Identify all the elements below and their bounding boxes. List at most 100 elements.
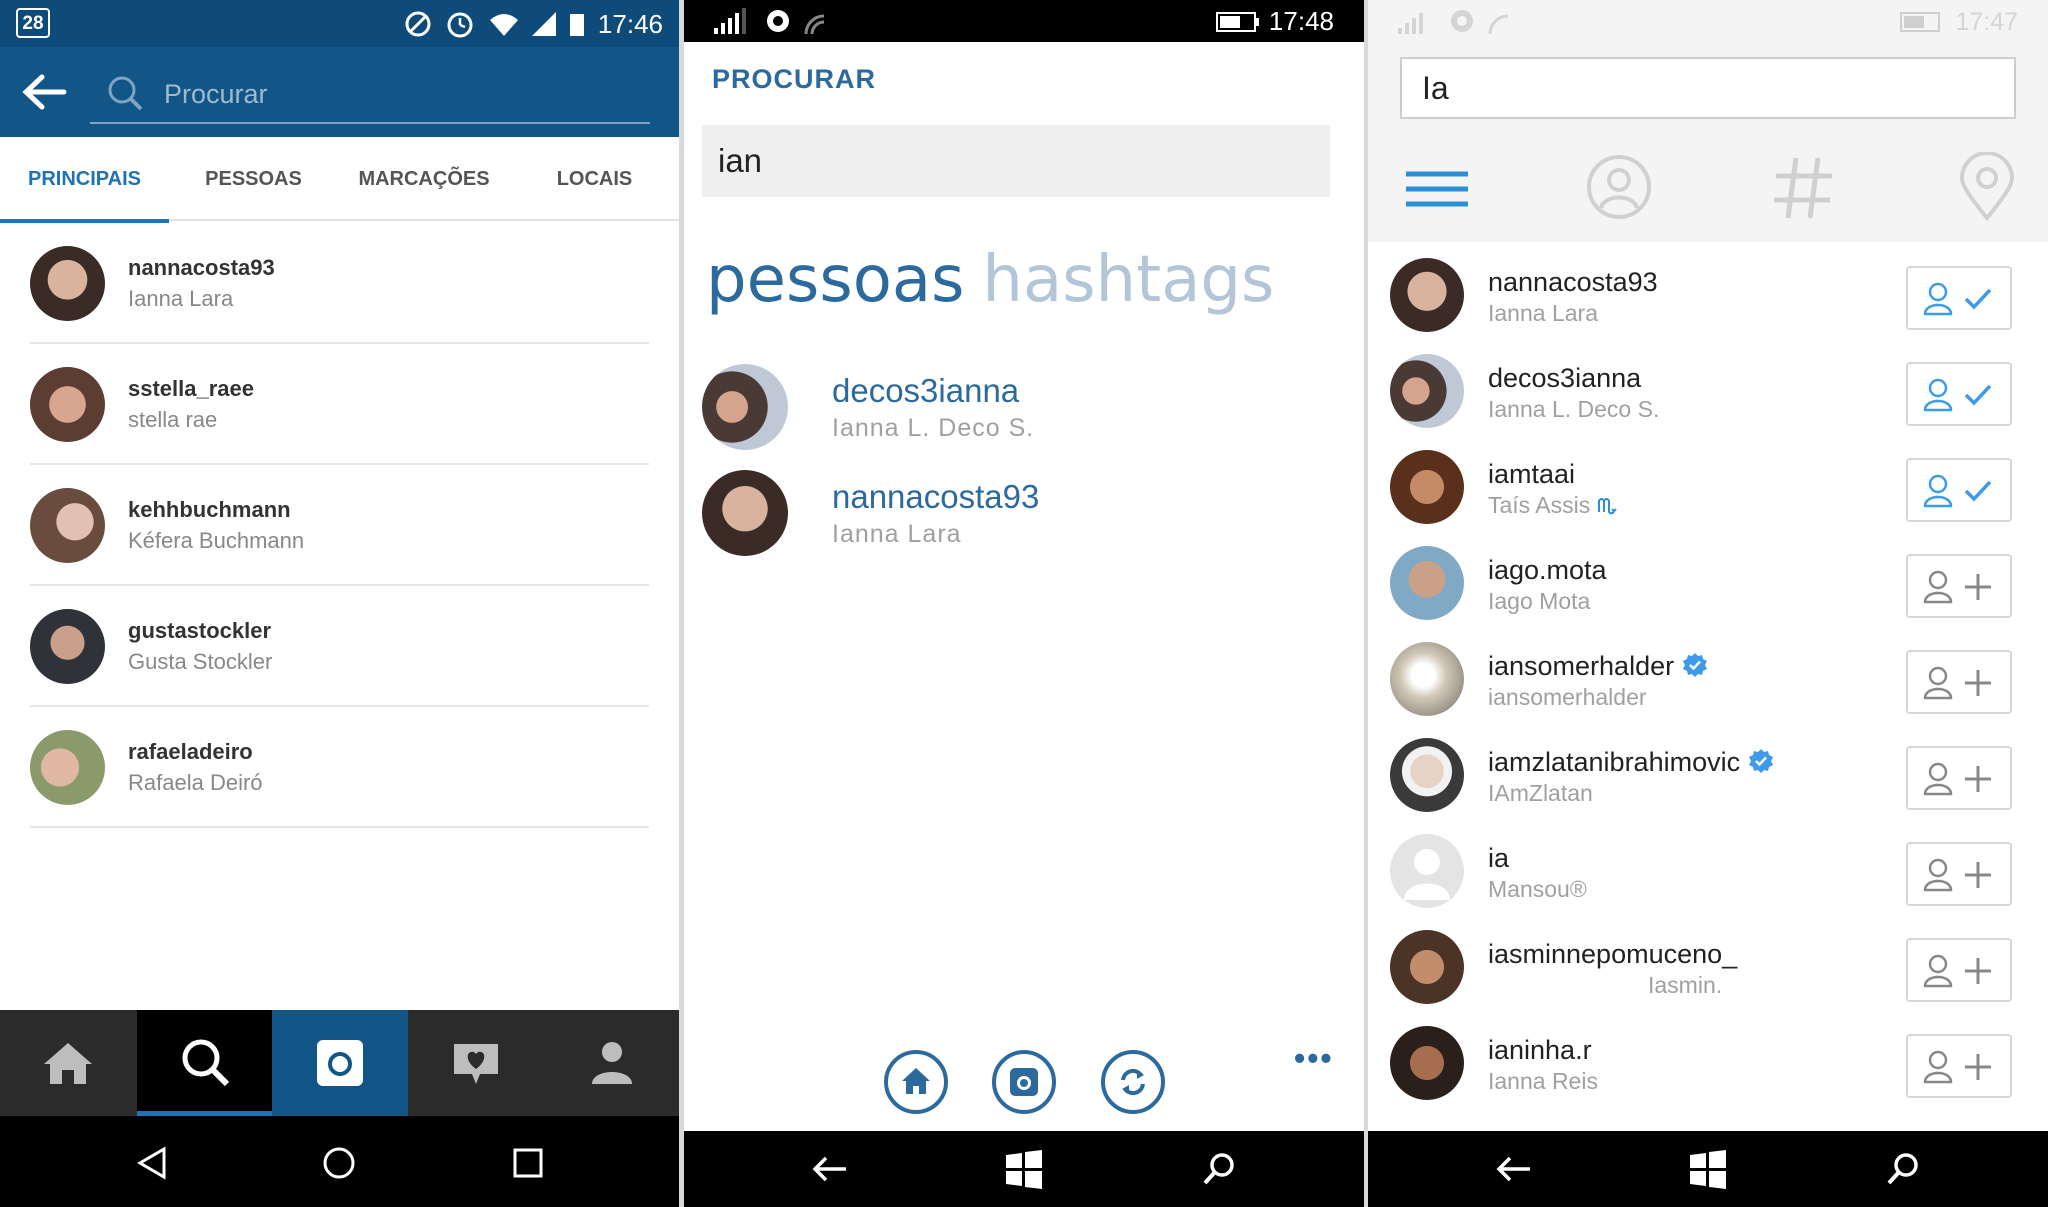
avatar <box>702 364 788 450</box>
nav-home[interactable] <box>0 1010 136 1116</box>
list-item[interactable]: iasminnepomuceno_ Iasmin. <box>1368 914 2048 1010</box>
status-bar: 17:47 <box>1368 0 2048 42</box>
back-button[interactable] <box>20 69 68 115</box>
status-time: 17:46 <box>597 9 663 39</box>
full-name: Ianna Lara <box>1488 300 1598 326</box>
nav-profile[interactable] <box>544 1010 679 1116</box>
more-button[interactable]: ••• <box>1294 1040 1334 1077</box>
arrow-left-icon <box>22 74 67 110</box>
avatar <box>1390 450 1464 524</box>
full-name: Iasmin. <box>1648 972 1723 998</box>
tab-principais[interactable]: PRINCIPAIS <box>0 137 169 223</box>
search-field[interactable] <box>90 69 650 124</box>
list-item[interactable]: ianinha.r Ianna Reis <box>1368 1010 2048 1106</box>
following-button[interactable] <box>1906 266 2012 330</box>
back-arrow-icon[interactable] <box>812 1155 848 1183</box>
tab-pessoas[interactable]: PESSOAS <box>169 137 338 221</box>
pivot-pessoas[interactable]: pessoas <box>706 243 964 317</box>
list-item[interactable]: decos3ianna Ianna L. Deco S. <box>702 362 1322 458</box>
list-item[interactable]: kehhbuchmann Kéfera Buchmann <box>30 465 649 586</box>
recents-square-icon[interactable] <box>512 1147 544 1179</box>
follow-button[interactable] <box>1906 650 2012 714</box>
username: gustastockler <box>128 618 272 643</box>
following-button[interactable] <box>1906 362 2012 426</box>
avatar <box>702 470 788 556</box>
search-input[interactable] <box>1400 57 2016 119</box>
pivot-hashtags[interactable]: hashtags <box>982 243 1274 317</box>
status-bar: 28 17:46 <box>0 0 679 47</box>
full-name: Ianna L. Deco S. <box>832 414 1035 442</box>
tab-locais[interactable]: LOCAIS <box>510 137 679 221</box>
full-name: stella rae <box>128 407 218 432</box>
follow-button[interactable] <box>1906 842 2012 906</box>
people-icon[interactable] <box>1584 152 1654 222</box>
default-avatar-icon <box>1404 849 1450 900</box>
results-list: nannacosta93 Ianna Lara decos3ianna Iann… <box>1368 242 2048 1132</box>
camera-button[interactable] <box>992 1050 1056 1114</box>
username: nannacosta93 <box>128 255 275 280</box>
activity-icon <box>454 1044 498 1084</box>
following-button[interactable] <box>1906 458 2012 522</box>
windows-logo-icon[interactable] <box>1004 1149 1044 1189</box>
home-icon <box>44 1043 92 1084</box>
camera-icon <box>1010 1068 1038 1096</box>
list-item[interactable]: decos3ianna Ianna L. Deco S. <box>1368 338 2048 434</box>
status-icons <box>714 8 825 35</box>
back-arrow-icon[interactable] <box>1496 1155 1532 1183</box>
status-icons <box>1398 10 1509 35</box>
list-item[interactable]: nannacosta93 Ianna Lara <box>702 468 1322 564</box>
follow-button[interactable] <box>1906 1034 2012 1098</box>
search-icon[interactable] <box>1202 1151 1238 1187</box>
tab-marcacoes[interactable]: MARCAÇÕES <box>338 137 510 221</box>
user-plus-icon <box>1923 666 1991 700</box>
list-item[interactable]: iamzlatanibrahimovic IAmZlatan <box>1368 722 2048 818</box>
full-name-text: Taís Assis <box>1488 492 1591 518</box>
list-item[interactable]: iago.mota Iago Mota <box>1368 530 2048 626</box>
username: nannacosta93 <box>1488 267 1658 297</box>
list-item[interactable]: rafaeladeiro Rafaela Deiró <box>30 707 649 828</box>
search-input[interactable] <box>702 125 1330 197</box>
avatar <box>1390 258 1464 332</box>
full-name: Rafaela Deiró <box>128 770 263 795</box>
status-time: 17:47 <box>1955 8 2018 36</box>
results-list: nannacosta93 Ianna Lara sstella_raee ste… <box>0 223 679 828</box>
search-icon[interactable] <box>1886 1151 1922 1187</box>
list-item[interactable]: iamtaai Taís Assis <box>1368 434 2048 530</box>
nav-search[interactable] <box>137 1010 273 1116</box>
avatar <box>1390 354 1464 428</box>
avatar <box>30 246 105 321</box>
list-item[interactable]: nannacosta93 Ianna Lara <box>30 223 649 344</box>
list-item[interactable]: gustastockler Gusta Stockler <box>30 586 649 707</box>
full-name: Mansou® <box>1488 876 1587 902</box>
user-check-icon <box>1923 474 1992 508</box>
location-icon[interactable] <box>1952 152 2022 222</box>
home-circle-icon[interactable] <box>322 1146 356 1180</box>
profile-icon <box>592 1042 632 1084</box>
home-button[interactable] <box>884 1050 948 1114</box>
avatar <box>30 367 105 442</box>
full-name: Ianna Lara <box>832 520 962 548</box>
refresh-button[interactable] <box>1101 1050 1165 1114</box>
top-results-icon[interactable] <box>1402 152 1472 222</box>
windows-phone-search-screen: 17:48 PROCURAR pessoashashtags decos3ian… <box>684 0 1364 1207</box>
hashtag-icon[interactable] <box>1768 152 1838 222</box>
follow-button[interactable] <box>1906 746 2012 810</box>
follow-button[interactable] <box>1906 554 2012 618</box>
user-plus-icon <box>1923 954 1991 988</box>
username: rafaeladeiro <box>128 739 253 764</box>
username: ianinha.r <box>1488 1035 1592 1065</box>
status-time: 17:48 <box>1268 6 1334 36</box>
search-input[interactable] <box>164 73 624 115</box>
username: iansomerhalder <box>1488 651 1708 682</box>
list-item[interactable]: nannacosta93 Ianna Lara <box>1368 242 2048 338</box>
follow-button[interactable] <box>1906 938 2012 1002</box>
windows-logo-icon[interactable] <box>1688 1149 1728 1189</box>
list-item[interactable]: sstella_raee stella rae <box>30 344 649 465</box>
list-item[interactable]: iansomerhalder iansomerhalder <box>1368 626 2048 722</box>
back-triangle-icon[interactable] <box>136 1146 168 1180</box>
full-name: Ianna L. Deco S. <box>1488 396 1660 422</box>
nav-activity[interactable] <box>408 1010 544 1116</box>
nav-camera[interactable] <box>272 1010 408 1116</box>
full-name: Iago Mota <box>1488 588 1591 614</box>
list-item[interactable]: ia Mansou® <box>1368 818 2048 914</box>
